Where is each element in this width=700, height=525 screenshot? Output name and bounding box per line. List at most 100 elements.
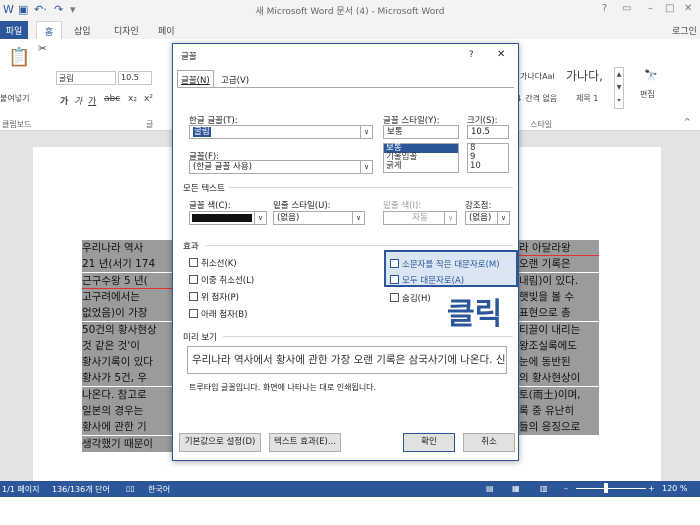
zoom-slider-track[interactable] [576, 488, 646, 489]
find-icon[interactable]: 🔭 [644, 69, 658, 82]
document-line[interactable]: 일본의 경우는 [82, 403, 176, 419]
document-line[interactable]: 의 황사현상이 [519, 370, 599, 387]
small-caps-checkbox[interactable]: 소문자를 작은 대문자로(M) [390, 258, 500, 270]
document-line[interactable]: 오랜 기록은 [519, 256, 599, 273]
latin-font-select[interactable]: (한글 글꼴 사용) ∨ [189, 160, 373, 174]
print-layout-icon[interactable]: ▦ [512, 484, 520, 493]
cancel-button[interactable]: 취소 [463, 433, 515, 452]
document-line[interactable]: 근구수왕 5 년( [82, 272, 176, 289]
all-caps-checkbox[interactable]: 모두 대문자로(A) [390, 274, 464, 286]
document-line[interactable]: 21 년(서기 174 [82, 256, 176, 273]
text-effects-button[interactable]: 텍스트 효과(E)... [269, 433, 341, 452]
size-list-item[interactable]: 10 [468, 162, 508, 171]
document-line[interactable]: 들의 응징으로 [519, 419, 599, 436]
paste-icon[interactable]: 📋 [8, 47, 30, 68]
chevron-down-icon[interactable]: ∨ [254, 212, 266, 224]
ribbon-font-name[interactable]: 굴림 [56, 71, 116, 85]
underline-style-select[interactable]: (없음) ∨ [273, 211, 365, 225]
superscript-checkbox[interactable]: 위 첨자(P) [189, 291, 239, 303]
document-line[interactable]: 내림)이 있다. [519, 272, 599, 289]
document-line[interactable]: 왕조실록에도 [519, 337, 599, 354]
subscript-checkbox[interactable]: 아래 첨자(B) [189, 308, 247, 320]
tab-design[interactable]: 디자인 [114, 24, 139, 37]
subscript-icon[interactable]: x₂ [128, 94, 137, 104]
document-line[interactable]: 없었음)이 가장 [82, 305, 176, 322]
chevron-down-icon[interactable]: ∨ [444, 212, 456, 224]
tab-advanced[interactable]: 고급(V) [221, 74, 249, 86]
strikethrough-checkbox[interactable]: 취소선(K) [189, 257, 237, 269]
document-line[interactable]: 황사에 관한 기 [82, 419, 176, 436]
strike-icon[interactable]: abc [104, 94, 120, 104]
font-style-input[interactable]: 보통 [383, 125, 459, 139]
document-line[interactable]: 황사가 5건, 우 [82, 370, 176, 387]
document-line[interactable]: 우리나라 역사 [82, 240, 176, 256]
web-layout-icon[interactable]: ▥ [540, 484, 548, 493]
dialog-help-button[interactable]: ? [469, 50, 474, 60]
document-line[interactable]: 표현으로 총 [519, 305, 599, 322]
document-line[interactable]: 햇빛을 볼 수 [519, 288, 599, 305]
login-link[interactable]: 로그인 [672, 24, 697, 37]
korean-font-input[interactable]: 굴림 ∨ [189, 125, 373, 139]
set-default-button[interactable]: 기본값으로 설정(D) [179, 433, 261, 452]
font-color-picker[interactable]: ∨ [189, 211, 267, 225]
bold-icon[interactable]: 가 [60, 94, 68, 107]
size-input[interactable]: 10.5 [467, 125, 509, 139]
document-line[interactable]: 라 아달라왕 [519, 240, 599, 256]
style-no-spacing[interactable]: ↓ 간격 없음 [516, 93, 557, 104]
document-line[interactable]: 티끌이 내리는 [519, 321, 599, 338]
zoom-out-button[interactable]: – [564, 484, 568, 493]
read-mode-icon[interactable]: ▤ [486, 484, 494, 493]
language-indicator[interactable]: 한국어 [148, 484, 170, 495]
zoom-level[interactable]: 120 % [662, 484, 687, 493]
tab-insert[interactable]: 삽입 [74, 24, 91, 37]
tab-layout[interactable]: 페이 [158, 24, 175, 37]
chevron-down-icon[interactable]: ∨ [360, 126, 372, 138]
style-heading-preview[interactable]: 가나다, [566, 67, 614, 84]
maximize-button[interactable]: □ [665, 3, 674, 14]
document-line[interactable]: 고구려에서는 [82, 288, 176, 305]
help-button[interactable]: ? [602, 3, 607, 14]
underline-color-select[interactable]: 자동 ∨ [383, 211, 457, 225]
tab-home[interactable]: 홈 [36, 21, 62, 39]
zoom-in-button[interactable]: + [648, 484, 655, 493]
cut-icon[interactable]: ✂ [38, 42, 47, 55]
tab-file[interactable]: 파일 [0, 21, 28, 39]
minimize-button[interactable]: – [648, 3, 653, 14]
superscript-icon[interactable]: x² [144, 94, 153, 104]
document-line[interactable]: 것 같은 것'이 [82, 337, 176, 354]
ribbon-options-icon[interactable]: ▭ [622, 3, 631, 14]
editing-label[interactable]: 편집 [640, 89, 655, 100]
page-count[interactable]: 1/1 페이지 [2, 484, 40, 495]
zoom-slider-thumb[interactable] [604, 483, 608, 493]
dialog-close-button[interactable]: ✕ [497, 49, 505, 60]
paste-label[interactable]: 붙여넣기 [0, 93, 29, 104]
ribbon-font-size[interactable]: 10.5 [118, 71, 152, 85]
word-count[interactable]: 136/136개 단어 [52, 484, 110, 495]
document-line[interactable]: 토(雨土)이며, [519, 386, 599, 403]
document-line[interactable]: 눈에 동반된 [519, 354, 599, 371]
chevron-down-icon[interactable]: ∨ [360, 161, 372, 173]
ok-button[interactable]: 확인 [403, 433, 455, 452]
proofing-icon[interactable]: ▯▯ [126, 484, 135, 493]
document-line[interactable]: 황사기록이 있다 [82, 354, 176, 371]
chevron-down-icon[interactable]: ∨ [497, 212, 509, 224]
emphasis-select[interactable]: (없음) ∨ [465, 211, 510, 225]
collapse-ribbon-icon[interactable]: ^ [684, 117, 691, 126]
font-style-list[interactable]: 보통 기울임꼴 굵게 [383, 143, 459, 173]
double-strikethrough-checkbox[interactable]: 이중 취소선(L) [189, 274, 254, 286]
size-list[interactable]: 8 9 10 [467, 143, 509, 173]
document-line[interactable]: 50건의 황사현상 [82, 321, 176, 338]
tab-font[interactable]: 글꼴(N) [177, 70, 214, 87]
styles-scroll[interactable]: ▲ ▼ ▾ [614, 67, 624, 109]
chevron-down-icon[interactable]: ∨ [352, 212, 364, 224]
style-normal-preview[interactable]: 가나다Aal [520, 71, 558, 82]
hidden-checkbox[interactable]: 숨김(H) [390, 292, 431, 304]
document-line[interactable]: 나온다. 참고로 [82, 386, 176, 403]
style-heading-1[interactable]: 제목 1 [576, 93, 598, 104]
document-line[interactable]: 생각했기 때문이 [82, 435, 176, 452]
close-window-button[interactable]: ✕ [684, 3, 692, 14]
italic-icon[interactable]: 가 [74, 94, 82, 107]
underline-icon[interactable]: 가 [88, 94, 96, 107]
style-list-item[interactable]: 굵게 [384, 162, 458, 171]
document-line[interactable]: 록 중 유난히 [519, 403, 599, 419]
